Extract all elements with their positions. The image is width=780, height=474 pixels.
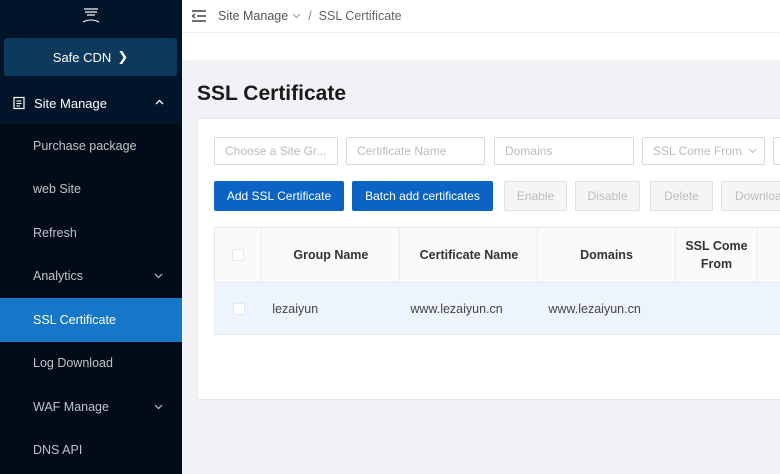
- chevron-down-icon: [748, 146, 757, 156]
- cell-certificate-name: www.lezaiyun.cn: [410, 301, 503, 316]
- sidebar-item-web-site[interactable]: web Site: [0, 168, 182, 212]
- sidebar-item-refresh[interactable]: Refresh: [0, 211, 182, 255]
- domains-input[interactable]: Domains: [494, 137, 634, 165]
- row-checkbox-cell: [215, 283, 262, 334]
- sidebar-item-label: DNS API: [33, 443, 83, 458]
- certificate-table: Group Name Certificate Name Domains SSL …: [214, 227, 780, 335]
- ssl-come-from-select[interactable]: SSL Come From: [642, 137, 765, 165]
- add-ssl-certificate-button[interactable]: Add SSL Certificate: [214, 181, 344, 211]
- menu-group-site-manage[interactable]: Site Manage: [0, 82, 182, 124]
- breadcrumb-current: SSL Certificate: [318, 9, 402, 23]
- document-icon: [12, 96, 26, 110]
- cell-domains: www.lezaiyun.cn: [548, 301, 641, 316]
- column-header-group-name[interactable]: Group Name: [262, 228, 401, 282]
- column-header-ssl-come-from[interactable]: SSL Come From: [676, 228, 759, 282]
- sidebar-item-label: Refresh: [33, 225, 77, 240]
- row-checkbox[interactable]: [232, 302, 245, 315]
- sidebar-item-label: WAF Manage: [33, 399, 109, 414]
- sidebar-item-purchase-package[interactable]: Purchase package: [0, 124, 182, 168]
- chevron-right-icon: ❯: [117, 49, 129, 64]
- sidebar-item-log-download[interactable]: Log Download: [0, 342, 182, 386]
- select-all-checkbox[interactable]: [232, 249, 245, 261]
- logo-icon: [80, 6, 102, 28]
- cell-group-name: lezaiyun: [272, 301, 319, 316]
- sidebar-item-label: Analytics: [33, 269, 84, 284]
- chevron-down-icon: [154, 271, 163, 281]
- cell-ssl-come-from: [675, 283, 758, 334]
- table-header: Group Name Certificate Name Domains SSL …: [214, 227, 780, 283]
- page-title: SSL Certificate: [197, 82, 346, 105]
- disable-button[interactable]: Disable: [575, 181, 640, 211]
- safe-cdn-button[interactable]: Safe CDN ❯: [4, 38, 177, 76]
- safe-cdn-label: Safe CDN: [52, 49, 112, 65]
- tabs-bar: [182, 32, 780, 60]
- sidebar-item-label: web Site: [33, 182, 81, 197]
- column-header-more: [758, 228, 780, 282]
- cell-more: [758, 283, 780, 334]
- sidebar-item-label: Log Download: [33, 356, 113, 371]
- breadcrumb: Site Manage / SSL Certificate: [218, 9, 402, 23]
- certificate-name-input[interactable]: Certificate Name: [346, 137, 485, 165]
- submenu: Purchase package web Site Refresh Analyt…: [0, 124, 182, 474]
- main-card: Choose a Site Gr... Certificate Name Dom…: [197, 118, 780, 400]
- header: Site Manage / SSL Certificate: [182, 0, 780, 32]
- sidebar-item-waf-manage[interactable]: WAF Manage: [0, 385, 182, 429]
- logo[interactable]: [0, 0, 182, 34]
- chevron-down-icon: [154, 402, 163, 412]
- column-header-domains[interactable]: Domains: [538, 228, 676, 282]
- delete-button[interactable]: Delete: [650, 181, 713, 211]
- enable-button[interactable]: Enable: [504, 181, 567, 211]
- ssl-come-from-placeholder: SSL Come From: [653, 144, 742, 158]
- sidebar-item-label: SSL Certificate: [33, 312, 116, 327]
- menu-fold-icon[interactable]: [191, 10, 206, 22]
- breadcrumb-parent[interactable]: Site Manage: [218, 9, 288, 23]
- chevron-up-icon: [155, 96, 164, 108]
- sidebar-item-label: Purchase package: [33, 138, 137, 153]
- sidebar-item-dns-api[interactable]: DNS API: [0, 429, 182, 473]
- sidebar-item-analytics[interactable]: Analytics: [0, 255, 182, 299]
- site-group-select[interactable]: Choose a Site Gr...: [214, 137, 338, 165]
- breadcrumb-separator: /: [308, 9, 312, 23]
- sidebar-item-ssl-certificate[interactable]: SSL Certificate: [0, 298, 182, 342]
- extra-filter[interactable]: [773, 137, 780, 165]
- header-checkbox-cell: [215, 228, 263, 282]
- sidebar: Safe CDN ❯ Site Manage Purchase package …: [0, 0, 182, 474]
- column-header-certificate-name[interactable]: Certificate Name: [400, 228, 539, 282]
- download-button[interactable]: Download: [721, 181, 780, 211]
- menu-group-label: Site Manage: [34, 95, 107, 111]
- chevron-down-icon[interactable]: [292, 11, 301, 21]
- batch-add-certificates-button[interactable]: Batch add certificates: [352, 181, 493, 211]
- table-row[interactable]: lezaiyun www.lezaiyun.cn www.lezaiyun.cn: [214, 283, 780, 335]
